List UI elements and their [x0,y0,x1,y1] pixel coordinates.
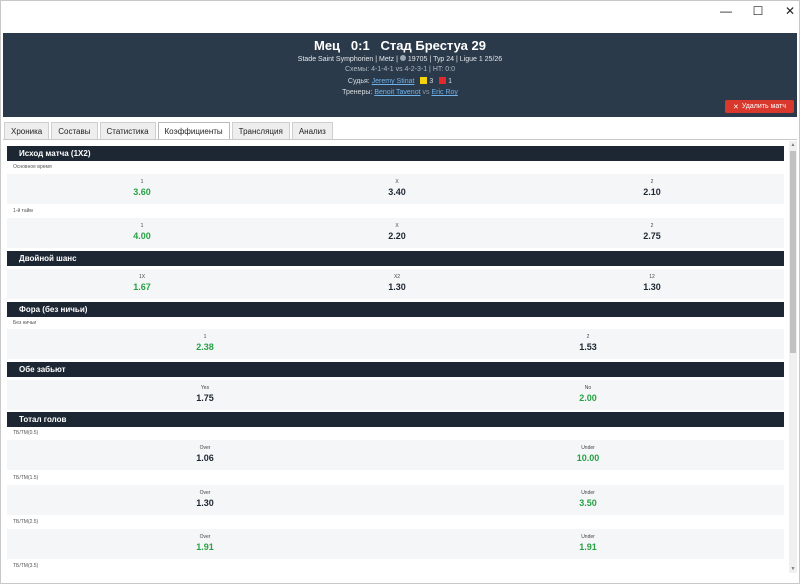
app-window: — ☐ ✕ Мец 0:1 Стад Брестуа 29 Stade Sain… [0,0,800,584]
section-header-double-chance: Двойной шанс [7,251,784,266]
schemes: Схемы: 4-1-4-1 vs 4-2-3-1 | HT: 0:0 [344,66,455,73]
odds-cell[interactable]: 1 3.60 [133,174,151,204]
yellow-card-icon [420,77,428,84]
maximize-icon[interactable]: ☐ [741,1,775,21]
odds-cell[interactable]: X 3.40 [388,174,406,204]
odds-panel: Исход матча (1X2) Основное время 1 3.60 X… [7,144,788,574]
city: Metz [379,56,395,63]
title-bar: — ☐ ✕ [1,1,799,31]
scrollbar-thumb[interactable] [790,151,796,353]
delete-match-button[interactable]: ✕ Удалить матч [725,100,794,113]
odds-row: 1X 1.67 X2 1.30 12 1.30 [7,269,784,299]
yellow-card-count: 3 [429,78,434,85]
sub-label-total-3-5: ТБ/ТМ(3.5) [13,563,39,569]
round: Тур 24 [433,56,455,63]
odds-cell[interactable]: Over 1.91 [196,529,214,559]
odds-cell[interactable]: X 2.20 [388,218,406,248]
tab-broadcast[interactable]: Трансляция [231,122,290,139]
vertical-scrollbar[interactable]: ▲ ▼ [789,141,797,573]
tab-analysis[interactable]: Анализ [291,122,333,139]
match-meta: Stade Saint Symphorien | Metz | 19705 | … [297,55,503,63]
close-window-icon[interactable]: ✕ [773,1,800,21]
match-score: Мец 0:1 Стад Брестуа 29 [314,38,486,53]
odds-cell[interactable]: 2 2.75 [643,218,661,248]
league: Ligue 1 25/26 [459,56,503,63]
referee-link[interactable]: Jeremy Stinat [372,78,415,85]
section-header-btts: Обе забьют [7,362,784,377]
tab-lineups[interactable]: Составы [51,122,98,139]
scroll-down-icon[interactable]: ▼ [789,565,797,573]
coach-away-link[interactable]: Eric Roy [431,89,457,96]
odds-cell[interactable]: 2 1.53 [579,329,597,359]
odds-cell[interactable]: Under 1.91 [579,529,597,559]
match-header: Мец 0:1 Стад Брестуа 29 Stade Saint Symp… [3,33,797,117]
sub-label-first-half: 1-й тайм [13,208,33,214]
odds-cell[interactable]: 1 4.00 [133,218,151,248]
odds-cell[interactable]: 12 1.30 [643,269,661,299]
coaches-label: Тренеры: [342,89,373,96]
referee-line: Судья: Jeremy Stinat 3 1 [3,77,797,85]
coaches-vs: vs [422,89,430,96]
red-card-count: 1 [448,78,453,85]
tab-statistics[interactable]: Статистика [99,122,156,139]
red-card-icon [439,77,447,84]
odds-cell[interactable]: 1X 1.67 [133,269,151,299]
odds-cell[interactable]: Under 10.00 [577,440,600,470]
odds-cell[interactable]: 1 2.38 [196,329,214,359]
scroll-up-icon[interactable]: ▲ [789,141,797,149]
tab-odds[interactable]: Коэффициенты [157,122,230,140]
odds-cell[interactable]: Over 1.30 [196,485,214,515]
tab-chronicle[interactable]: Хроника [4,122,50,139]
attendance-icon [399,55,406,61]
section-header-handicap: Фора (без ничьи) [7,302,784,317]
odds-cell[interactable]: 2 2.10 [643,174,661,204]
section-header-totals: Тотал голов [7,412,784,427]
odds-cell[interactable]: Over 1.06 [196,440,214,470]
sub-label-total-0-5: ТБ/ТМ(0.5) [13,430,39,436]
odds-cell[interactable]: No 2.00 [579,380,597,410]
odds-row: 1 4.00 X 2.20 2 2.75 [7,218,784,248]
odds-row: Over 1.91 Under 1.91 [7,529,784,559]
odds-cell[interactable]: Under 3.50 [579,485,597,515]
referee-label: Судья: [347,78,370,85]
sub-label-draw-no-bet: Без ничьи [13,320,37,326]
sub-label-fulltime: Основное время [13,164,52,170]
odds-row: Yes 1.75 No 2.00 [7,380,784,410]
odds-cell[interactable]: Yes 1.75 [196,380,214,410]
odds-row: 1 3.60 X 3.40 2 2.10 [7,174,784,204]
odds-row: Over 1.06 Under 10.00 [7,440,784,470]
coach-home-link[interactable]: Benoit Tavenot [374,89,420,96]
sub-label-total-2-5: ТБ/ТМ(2.5) [13,519,39,525]
venue: Stade Saint Symphorien [297,56,374,63]
tab-divider [3,139,797,140]
odds-cell[interactable]: X2 1.30 [388,269,406,299]
close-icon: ✕ [733,103,739,111]
minimize-icon[interactable]: — [709,1,743,21]
coaches-line: Тренеры: Benoit Tavenot vs Eric Roy [3,89,797,96]
attendance: 19705 [407,56,428,63]
odds-row: Over 1.30 Under 3.50 [7,485,784,515]
delete-match-label: Удалить матч [741,103,786,110]
odds-row: 1 2.38 2 1.53 [7,329,784,359]
sub-label-total-1-5: ТБ/ТМ(1.5) [13,475,39,481]
tab-bar: Хроника Составы Статистика Коэффициенты … [4,122,335,140]
section-header-1x2: Исход матча (1X2) [7,146,784,161]
